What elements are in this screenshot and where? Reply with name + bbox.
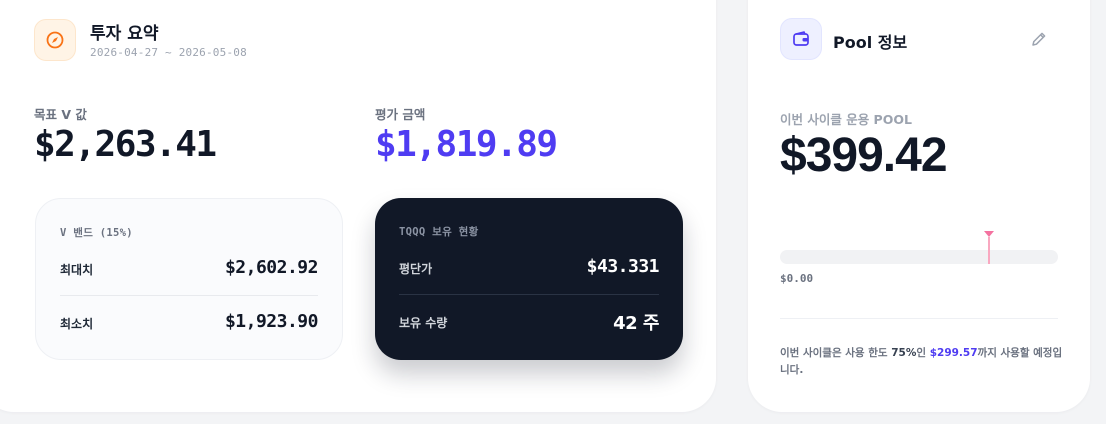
usage-limit-marker-arrow bbox=[983, 231, 994, 237]
v-band-card: V 밴드 (15%) 최대치 $2,602.92 최소치 $1,923.90 bbox=[35, 198, 343, 360]
avg-price-label: 평단가 bbox=[399, 262, 433, 276]
note-mid: 인 bbox=[916, 347, 930, 359]
band-divider bbox=[60, 295, 318, 296]
holding-label: TQQQ 보유 현황 bbox=[399, 226, 479, 238]
holding-card: TQQQ 보유 현황 평단가 $43.331 보유 수량 42 주 bbox=[375, 198, 683, 360]
wallet-icon bbox=[780, 18, 822, 60]
usage-track bbox=[780, 250, 1058, 264]
note-prefix: 이번 사이클은 사용 한도 bbox=[780, 347, 892, 359]
target-v-value: $2,263.41 bbox=[34, 124, 217, 165]
track-min-label: $0.00 bbox=[780, 272, 814, 285]
pool-divider bbox=[780, 318, 1058, 319]
pool-note: 이번 사이클은 사용 한도 75%인 $299.57까지 사용할 예정입니다. bbox=[780, 345, 1070, 379]
cycle-pool-label: 이번 사이클 운용 POOL bbox=[780, 112, 912, 127]
band-max-value: $2,602.92 bbox=[224, 257, 319, 278]
pool-title: Pool 정보 bbox=[833, 33, 908, 52]
usage-limit-marker bbox=[987, 237, 990, 264]
eval-amount-label: 평가 금액 bbox=[375, 107, 426, 122]
avg-price-value: $43.331 bbox=[586, 256, 660, 277]
band-min-value: $1,923.90 bbox=[224, 311, 319, 332]
compass-icon bbox=[34, 19, 76, 61]
holding-divider bbox=[399, 294, 659, 295]
v-band-label: V 밴드 (15%) bbox=[60, 227, 133, 239]
note-percent: 75% bbox=[891, 347, 917, 359]
target-v-label: 목표 V 값 bbox=[34, 107, 87, 122]
pencil-icon[interactable] bbox=[1028, 28, 1050, 50]
quantity-label: 보유 수량 bbox=[399, 316, 448, 330]
quantity-value: 42 주 bbox=[613, 313, 659, 334]
date-range: 2026-04-27 ~ 2026-05-08 bbox=[90, 46, 247, 59]
cycle-pool-value: $399.42 bbox=[780, 129, 948, 182]
summary-title: 투자 요약 bbox=[90, 24, 159, 44]
band-max-label: 최대치 bbox=[60, 263, 94, 277]
band-min-label: 최소치 bbox=[60, 317, 94, 331]
eval-amount-value: $1,819.89 bbox=[375, 124, 558, 165]
note-amount: $299.57 bbox=[929, 347, 978, 359]
